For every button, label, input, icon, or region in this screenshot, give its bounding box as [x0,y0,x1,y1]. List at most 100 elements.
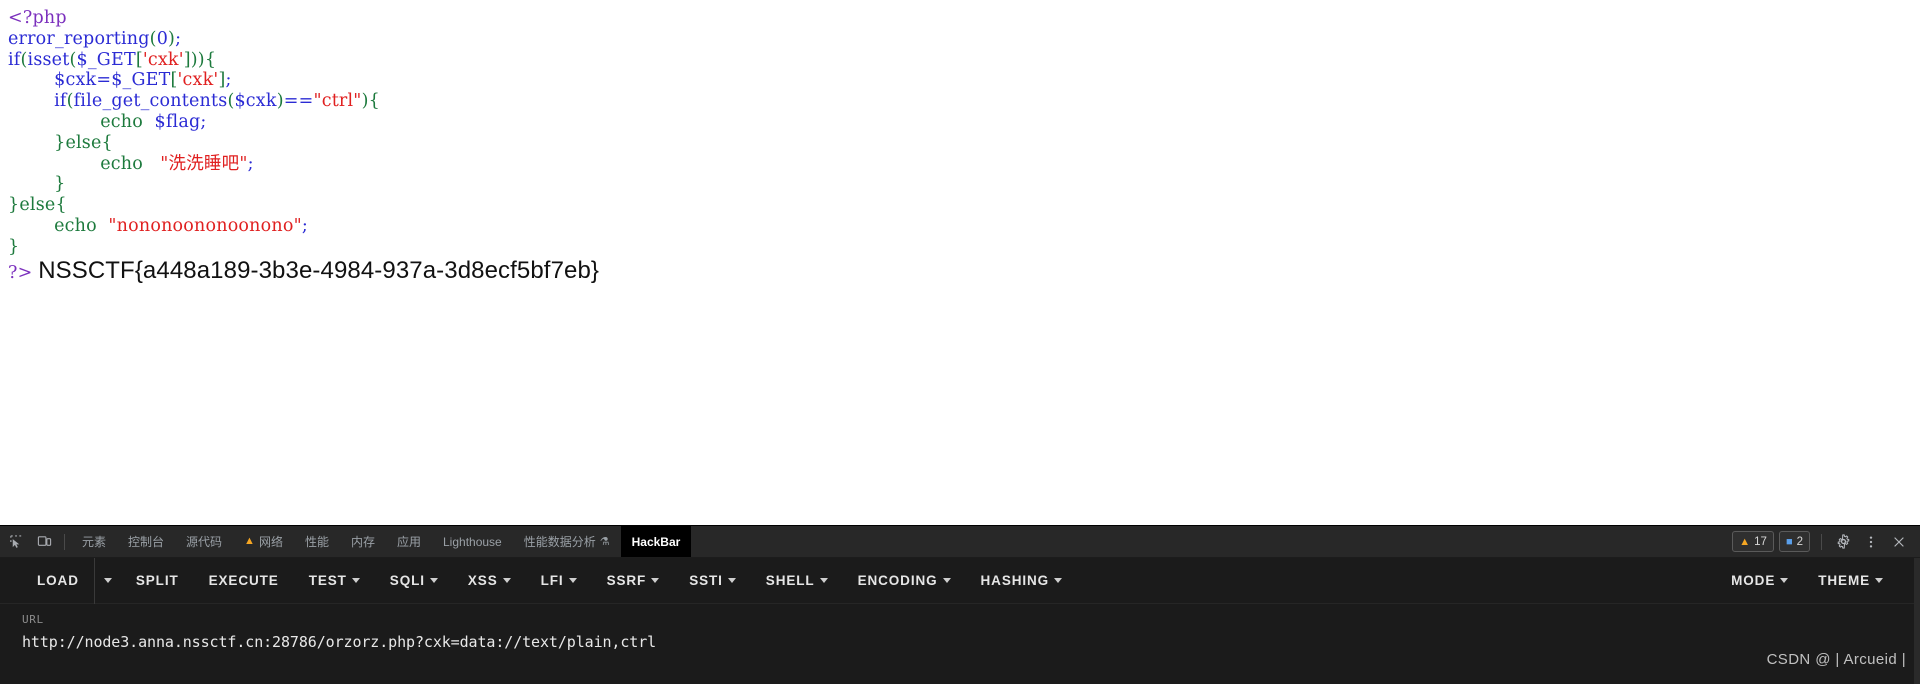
hackbar-button-label: SPLIT [135,573,179,588]
chevron-down-icon [727,578,736,583]
devtools-tab-2[interactable]: 控制台 [117,526,175,557]
hackbar-encoding-button[interactable]: ENCODING [843,558,966,604]
code-line: if(isset($_GET['cxk'])){ [8,50,1920,71]
devtools-tab-5[interactable]: 性能 [294,526,340,557]
code-line: <?php [8,8,1920,29]
gear-icon[interactable] [1830,529,1856,555]
message-count-badge[interactable]: ■ 2 [1778,531,1810,552]
hackbar-hashing-button[interactable]: HASHING [966,558,1078,604]
devtools-tab-label: 性能数据分析 [523,535,596,549]
hackbar-mode-button[interactable]: MODE [1716,558,1803,604]
code-line: }else{ [8,195,1920,216]
devtools-tab-4[interactable]: ▲ 网络 [233,526,294,557]
hackbar-scrollbar[interactable] [1914,558,1920,684]
ctf-flag-text: NSSCTF{a448a189-3b3e-4984-937a-3d8ecf5bf… [38,256,600,284]
code-token: == [283,91,314,112]
hackbar-xss-button[interactable]: XSS [453,558,526,604]
code-token: { [101,132,113,153]
hackbar-sqli-button[interactable]: SQLI [375,558,453,604]
code-token: } [8,195,20,216]
code-token: "洗洗睡吧" [160,153,248,174]
toolbar-divider [64,533,65,550]
code-line: echo "nononoononoonono"; [8,216,1920,237]
code-token: $flag [154,111,201,132]
hackbar-theme-button[interactable]: THEME [1803,558,1898,604]
code-token: ; [200,111,207,132]
devtools-tab-1[interactable]: 元素 [71,526,117,557]
code-token: { [368,91,380,112]
hackbar-button-label: XSS [467,573,498,588]
devtools-tab-9[interactable]: 性能数据分析 ⚗ [513,526,621,557]
code-token: "ctrl" [313,91,362,112]
code-line: error_reporting(0); [8,29,1920,50]
chevron-down-icon [103,578,112,583]
code-line: $cxk=$_GET['cxk']; [8,70,1920,91]
code-token: { [204,49,217,70]
hackbar-button-label: SSTI [689,573,723,588]
chevron-down-icon [351,578,360,583]
devtools-tab-label: 性能 [304,535,329,549]
hackbar-toolbar: LOAD SPLIT EXECUTE TEST SQLI XSS LFI SSRF SSTI SH… [0,557,1920,604]
hackbar-button-label: LOAD [37,573,79,588]
code-token: = [96,70,112,91]
hackbar-load-button[interactable]: LOAD [22,558,94,604]
chevron-down-icon [429,578,438,583]
url-input[interactable] [22,633,1522,651]
device-toolbar-icon[interactable] [30,528,58,555]
code-token: "nononoononoonono" [108,215,302,236]
devtools-tab-6[interactable]: 内存 [340,526,386,557]
code-token: ) [361,91,369,112]
code-token: else [19,195,56,216]
code-token: error_reporting [8,28,150,49]
devtools-tab-8[interactable]: Lighthouse [432,526,513,557]
hackbar-test-button[interactable]: TEST [294,558,375,604]
hackbar-panel: LOAD SPLIT EXECUTE TEST SQLI XSS LFI SSRF SSTI SH… [0,557,1920,684]
hackbar-ssrf-button[interactable]: SSRF [592,558,675,604]
hackbar-load-dropdown-toggle[interactable] [93,557,121,604]
code-token: } [54,174,66,195]
code-token: 0 [156,28,169,49]
chevron-down-icon [1875,578,1883,583]
code-line: }else{ [8,133,1920,154]
devtools-tab-list: 元素 控制台 源代码 ▲ 网络 性能 内存 应用 Lighthouse 性能数据分析 ⚗ HackBa… [71,526,1732,557]
devtools-panel: 元素 控制台 源代码 ▲ 网络 性能 内存 应用 Lighthouse 性能数据分析 ⚗ HackBa… [0,525,1920,684]
code-token: echo [100,153,143,174]
warning-count-value: 17 [1754,535,1767,548]
devtools-tab-10[interactable]: HackBar [620,526,692,557]
code-token: } [54,132,66,153]
close-icon[interactable] [1886,529,1912,555]
code-token: ( [69,49,77,70]
devtools-tab-7[interactable]: 应用 [386,526,432,557]
hackbar-lfi-button[interactable]: LFI [526,558,592,604]
devtools-tab-3[interactable]: 源代码 [175,526,233,557]
code-token: ; [225,70,232,91]
code-token: if [54,91,67,112]
chevron-down-icon [568,578,577,583]
csdn-watermark: CSDN @ | Arcueid | [1766,651,1906,668]
hackbar-button-label: LFI [540,573,564,588]
code-token: file_get_contents [73,91,228,112]
php-closing-tag: ?> [8,262,39,283]
hackbar-execute-button[interactable]: EXECUTE [194,558,294,604]
chevron-down-icon [1054,578,1063,583]
hackbar-ssti-button[interactable]: SSTI [674,558,751,604]
inspect-element-icon[interactable] [2,528,30,555]
hackbar-split-button[interactable]: SPLIT [121,558,194,604]
devtools-status-area: ▲ 17 ■ 2 [1732,529,1920,555]
chevron-down-icon [1780,578,1789,583]
devtools-tabbar: 元素 控制台 源代码 ▲ 网络 性能 内存 应用 Lighthouse 性能数据分析 ⚗ HackBa… [0,526,1920,558]
hackbar-shell-button[interactable]: SHELL [751,558,843,604]
code-token: isset [27,49,70,70]
devtools-tab-label: 应用 [396,535,421,549]
code-token: $cxk [54,70,97,91]
devtools-tab-label: 控制台 [128,535,165,549]
experiment-flask-icon: ⚗ [599,536,610,548]
status-divider [1821,533,1822,550]
warning-count-badge[interactable]: ▲ 17 [1732,531,1774,552]
kebab-menu-icon[interactable] [1858,529,1884,555]
